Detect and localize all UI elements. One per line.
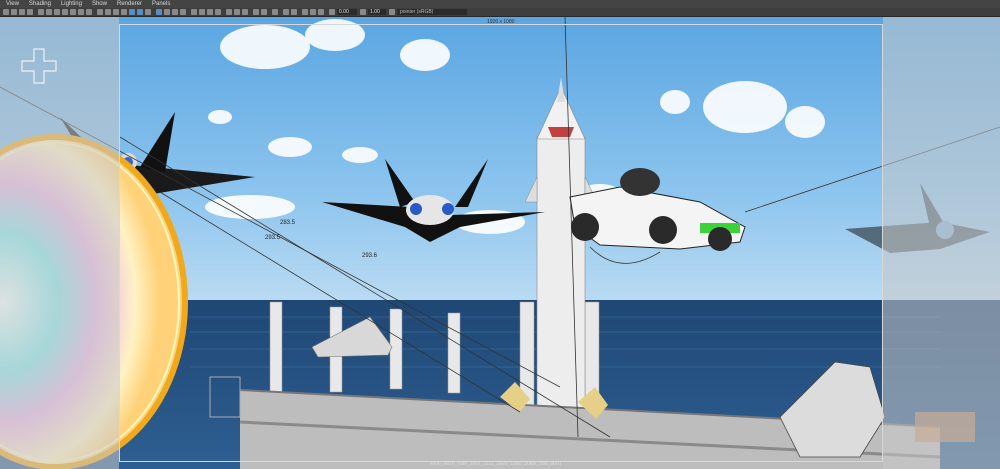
colorspace-dropdown[interactable]: pointer (sRGB) xyxy=(397,9,467,15)
field-chart-icon[interactable] xyxy=(70,9,76,15)
wireframe-on-shaded-icon[interactable] xyxy=(121,9,127,15)
xray-icon[interactable] xyxy=(199,9,205,15)
gamma-field[interactable]: 1.00 xyxy=(368,9,386,15)
resolution-label: 1920 x 1080 xyxy=(487,19,515,25)
distance-measure-3: 293.6 xyxy=(362,253,378,259)
gate-mask-icon[interactable] xyxy=(62,9,68,15)
exposure-icon xyxy=(329,9,335,15)
color-transform-icon xyxy=(389,9,395,15)
view-cube-manipulator-icon[interactable] xyxy=(20,47,58,85)
ambient-occlusion-icon[interactable] xyxy=(156,9,162,15)
frame-selected-icon[interactable] xyxy=(291,9,297,15)
menu-renderer[interactable]: Renderer xyxy=(117,0,142,8)
camera-attributes-icon[interactable] xyxy=(11,9,17,15)
camera-sequencer-icon[interactable] xyxy=(253,9,259,15)
resolution-gate-icon[interactable] xyxy=(54,9,60,15)
menu-shading[interactable]: Shading xyxy=(29,0,51,8)
shadows-icon[interactable] xyxy=(145,9,151,15)
bookmark-icon[interactable] xyxy=(19,9,25,15)
image-plane-icon[interactable] xyxy=(27,9,33,15)
backface-culling-icon[interactable] xyxy=(226,9,232,15)
snapshot-icon[interactable] xyxy=(318,9,324,15)
exposure-field[interactable]: 0.00 xyxy=(337,9,357,15)
isolate-select-icon[interactable] xyxy=(191,9,197,15)
select-camera-icon[interactable] xyxy=(3,9,9,15)
frame-all-icon[interactable] xyxy=(283,9,289,15)
default-material-icon[interactable] xyxy=(113,9,119,15)
depth-of-field-icon[interactable] xyxy=(180,9,186,15)
antialiasing-icon[interactable] xyxy=(172,9,178,15)
menu-panels[interactable]: Panels xyxy=(152,0,170,8)
panel-toolbar: 0.00 1.00 pointer (sRGB) xyxy=(0,8,1000,17)
menu-lighting[interactable]: Lighting xyxy=(61,0,82,8)
maya-viewport-window: View Shading Lighting Show Renderer Pane… xyxy=(0,0,1000,469)
camera-name-label: s006_0020_cam_1001_1111_1920_1080_30fps_… xyxy=(430,461,562,467)
gate-mask-left xyxy=(0,17,119,469)
film-gate-icon[interactable] xyxy=(46,9,52,15)
xray-components-icon[interactable] xyxy=(215,9,221,15)
playblast-icon[interactable] xyxy=(261,9,267,15)
panel-menu-bar: View Shading Lighting Show Renderer Pane… xyxy=(0,0,1000,8)
grid-icon[interactable] xyxy=(38,9,44,15)
smooth-shade-icon[interactable] xyxy=(105,9,111,15)
wireframe-icon[interactable] xyxy=(97,9,103,15)
resolution-gate-frame xyxy=(119,24,883,462)
gamma-icon xyxy=(360,9,366,15)
colorspace-value: pointer (sRGB) xyxy=(400,9,434,15)
distance-measure-1: 283.5 xyxy=(280,220,296,226)
xray-joints-icon[interactable] xyxy=(207,9,213,15)
hud-icon[interactable] xyxy=(234,9,240,15)
menu-view[interactable]: View xyxy=(6,0,19,8)
color-management-icon[interactable] xyxy=(272,9,278,15)
pan-zoom-icon[interactable] xyxy=(302,9,308,15)
lighting-mode-icon[interactable] xyxy=(242,9,248,15)
gate-mask-right xyxy=(883,17,1000,469)
perspective-viewport[interactable]: 1920 x 1080 283.5 293.5 293.6 s006_0020_… xyxy=(0,17,1000,469)
motion-blur-icon[interactable] xyxy=(164,9,170,15)
grease-pencil-icon[interactable] xyxy=(310,9,316,15)
distance-measure-2: 293.5 xyxy=(265,235,281,241)
safe-action-icon[interactable] xyxy=(78,9,84,15)
use-all-lights-icon[interactable] xyxy=(137,9,143,15)
textured-icon[interactable] xyxy=(129,9,135,15)
safe-title-icon[interactable] xyxy=(86,9,92,15)
menu-show[interactable]: Show xyxy=(92,0,107,8)
